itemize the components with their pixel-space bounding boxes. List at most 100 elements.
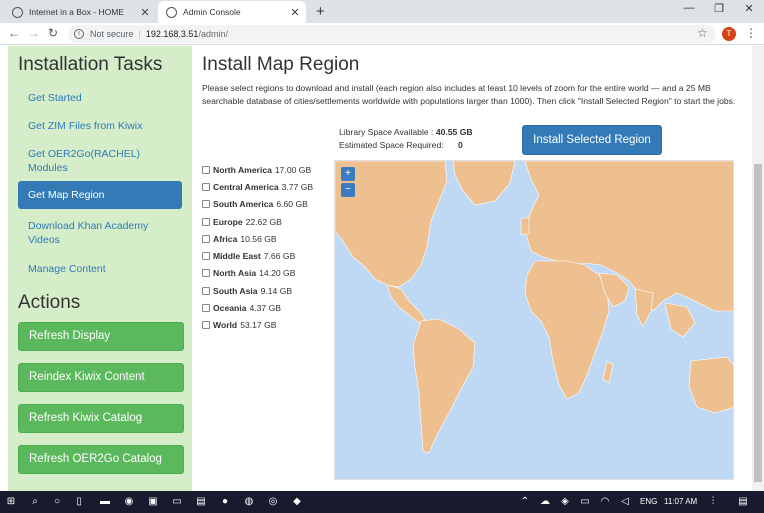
dropbox-icon[interactable]: ◈ <box>558 495 572 509</box>
info-icon[interactable]: i <box>74 29 84 39</box>
people-icon[interactable]: ⫶ <box>706 495 720 509</box>
battery-icon[interactable]: ▭ <box>578 495 592 509</box>
region-list: North America 17.00 GB Central America 3.7… <box>202 161 313 334</box>
checkbox[interactable] <box>202 200 210 209</box>
reload-icon[interactable]: ↻ <box>48 26 58 40</box>
region-name: South Asia <box>213 285 258 296</box>
page-scrollbar[interactable] <box>752 46 764 491</box>
new-tab-button[interactable]: + <box>316 3 325 20</box>
region-size: 14.20 GB <box>259 268 296 279</box>
tray-icon[interactable]: ☁ <box>538 495 552 509</box>
url-separator: | <box>138 29 141 39</box>
sidebar-item-get-zim[interactable]: Get ZIM Files from Kiwix <box>18 116 182 136</box>
sidebar-item-manage-content[interactable]: Manage Content <box>18 259 182 279</box>
world-map[interactable]: + − <box>334 160 734 480</box>
region-size: 7.66 GB <box>263 251 296 262</box>
tab-title: Admin Console <box>183 7 241 17</box>
checkbox[interactable] <box>202 182 210 191</box>
skype-icon[interactable]: ● <box>218 495 232 509</box>
browser-menu-icon[interactable]: ⋮ <box>745 26 757 40</box>
back-icon[interactable]: ← <box>8 26 20 40</box>
india-shape <box>634 288 654 328</box>
zoom-out-button[interactable]: − <box>341 183 355 197</box>
language-indicator[interactable]: ENG <box>640 497 657 506</box>
refresh-oer2go-catalog-button[interactable]: Refresh OER2Go Catalog <box>18 445 184 474</box>
refresh-kiwix-catalog-button[interactable]: Refresh Kiwix Catalog <box>18 404 184 433</box>
region-north-america[interactable]: North America 17.00 GB <box>202 161 313 178</box>
checkbox[interactable] <box>202 321 210 330</box>
region-north-asia[interactable]: North Asia 14.20 GB <box>202 265 313 282</box>
sidebar-item-get-oer2go[interactable]: Get OER2Go(RACHEL) Modules <box>18 144 182 178</box>
restore-icon[interactable]: ❐ <box>704 2 734 15</box>
region-south-america[interactable]: South America 6.60 GB <box>202 196 313 213</box>
wifi-icon[interactable]: ◠ <box>598 495 612 509</box>
reindex-kiwix-button[interactable]: Reindex Kiwix Content <box>18 363 184 392</box>
app-icon[interactable]: ◎ <box>266 495 280 509</box>
app-icon[interactable]: ▭ <box>170 495 184 509</box>
checkbox[interactable] <box>202 286 210 295</box>
notifications-icon[interactable]: ▤ <box>736 495 750 509</box>
sidebar-item-get-started[interactable]: Get Started <box>18 88 182 108</box>
sidebar: Installation Tasks Get Started Get ZIM F… <box>8 46 192 491</box>
tab-admin-console[interactable]: Admin Console ✕ <box>158 1 306 23</box>
vscode-icon[interactable]: ◆ <box>290 495 304 509</box>
task-view-icon[interactable]: ▯ <box>72 495 86 509</box>
region-size: 10.56 GB <box>240 233 277 244</box>
clock[interactable]: 11:07 AM <box>664 497 697 506</box>
region-size: 17.00 GB <box>274 164 312 175</box>
region-name: North America <box>213 164 272 175</box>
file-explorer-icon[interactable]: ▬ <box>98 495 112 509</box>
library-space-value: 40.55 GB <box>435 127 473 137</box>
region-name: South America <box>213 199 274 210</box>
install-selected-region-button[interactable]: Install Selected Region <box>522 125 662 155</box>
region-europe[interactable]: Europe 22.62 GB <box>202 213 313 230</box>
actions-heading: Actions <box>18 292 81 313</box>
checkbox[interactable] <box>202 304 210 313</box>
close-window-icon[interactable]: ✕ <box>734 2 764 15</box>
cortana-icon[interactable]: ○ <box>50 495 64 509</box>
page-title: Install Map Region <box>202 54 360 75</box>
url-host: 192.168.3.51 <box>145 29 199 39</box>
globe-icon <box>166 6 177 18</box>
search-icon[interactable]: ⌕ <box>28 495 42 509</box>
region-world[interactable]: World 53.17 GB <box>202 317 313 334</box>
region-size: 9.14 GB <box>260 285 293 296</box>
page-description: Please select regions to download and in… <box>202 83 736 106</box>
region-south-asia[interactable]: South Asia 9.14 GB <box>202 282 313 299</box>
app-icon[interactable]: ▤ <box>194 495 208 509</box>
checkbox[interactable] <box>202 234 210 243</box>
bookmark-star-icon[interactable]: ☆ <box>697 26 708 40</box>
sidebar-item-khan-academy[interactable]: Download Khan Academy Videos <box>18 216 182 250</box>
southeast-asia-shape <box>664 302 696 338</box>
madagascar-shape <box>602 360 614 384</box>
region-oceania[interactable]: Oceania 4.37 GB <box>202 299 313 316</box>
profile-avatar[interactable]: T <box>722 27 736 41</box>
close-tab-icon[interactable]: ✕ <box>288 6 302 19</box>
south-america-shape <box>412 318 476 454</box>
forward-icon[interactable]: → <box>28 26 40 40</box>
volume-icon[interactable]: ◁ <box>618 495 632 509</box>
url-bar[interactable]: i Not secure | 192.168.3.51 /admin/ <box>68 25 716 43</box>
estimated-space-value: 0 <box>457 140 463 150</box>
zoom-in-button[interactable]: + <box>341 167 355 181</box>
region-name: Central America <box>213 181 279 192</box>
close-tab-icon[interactable]: ✕ <box>138 6 152 19</box>
tray-arrow-icon[interactable]: ⌃ <box>518 495 532 509</box>
checkbox[interactable] <box>202 217 210 226</box>
checkbox[interactable] <box>202 269 210 278</box>
checkbox[interactable] <box>202 165 210 174</box>
region-middle-east[interactable]: Middle East 7.66 GB <box>202 247 313 264</box>
windows-start-icon[interactable]: ⊞ <box>4 495 18 509</box>
chrome-icon[interactable]: ◉ <box>122 495 136 509</box>
region-name: Middle East <box>213 251 261 262</box>
region-africa[interactable]: Africa 10.56 GB <box>202 230 313 247</box>
minimize-icon[interactable]: — <box>674 2 704 14</box>
region-central-america[interactable]: Central America 3.77 GB <box>202 178 313 195</box>
sidebar-item-get-map-region[interactable]: Get Map Region <box>18 181 182 209</box>
refresh-display-button[interactable]: Refresh Display <box>18 322 184 351</box>
app-icon[interactable]: ▣ <box>146 495 160 509</box>
app-icon[interactable]: ◍ <box>242 495 256 509</box>
scroll-thumb[interactable] <box>754 164 762 482</box>
checkbox[interactable] <box>202 252 210 261</box>
tab-internet-in-a-box[interactable]: Internet in a Box - HOME ✕ <box>4 1 156 23</box>
